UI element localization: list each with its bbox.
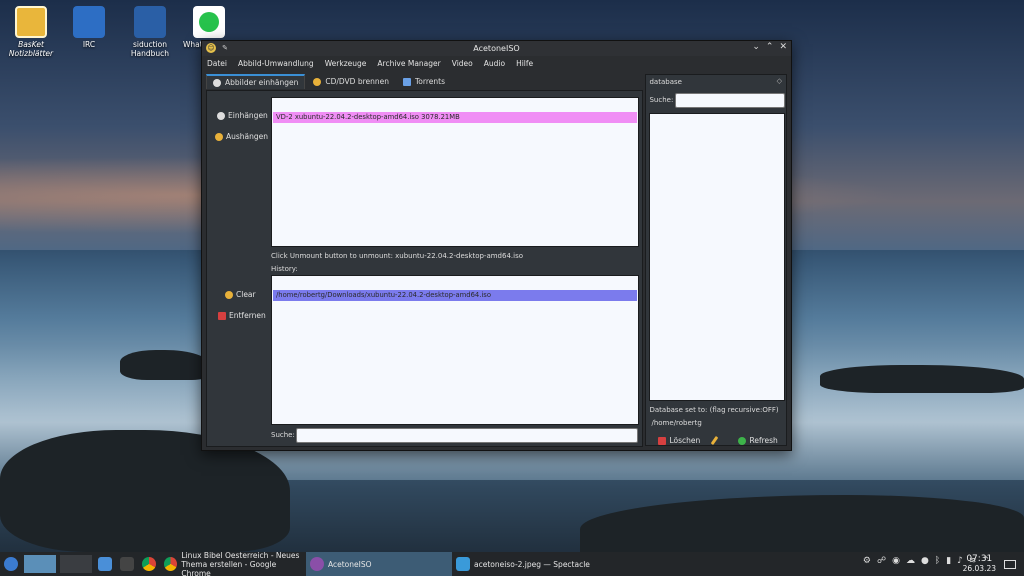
show-desktop-button[interactable] <box>1000 552 1020 576</box>
clock-date: 26.03.23 <box>962 564 996 573</box>
tray-steam-icon[interactable]: ◉ <box>892 556 900 566</box>
minimize-icon[interactable]: ⌄ <box>752 42 760 52</box>
tray-network-icon[interactable]: ☍ <box>877 556 886 566</box>
history-list[interactable]: /home/robertg/Downloads/xubuntu-22.04.2-… <box>271 275 639 425</box>
clock-time: 07:31 <box>966 554 993 564</box>
history-label: History: <box>271 265 298 273</box>
chrome-launcher[interactable] <box>138 552 160 576</box>
database-search-input[interactable] <box>675 93 786 108</box>
database-pane: database ◇ Suche: Database set to: (flag… <box>645 74 787 446</box>
virtual-desktop-2[interactable] <box>58 552 94 576</box>
remove-button[interactable]: Entfernen <box>218 311 266 320</box>
menu-hilfe[interactable]: Hilfe <box>516 59 533 68</box>
menu-archive-manager[interactable]: Archive Manager <box>377 59 440 68</box>
siduction-handbook-icon <box>134 6 166 38</box>
database-search-label: Suche: <box>649 96 674 104</box>
taskbar: Linux Bibel Oesterreich - Neues Thema er… <box>0 551 1024 576</box>
database-set-to: Database set to: (flag recursive:OFF) <box>649 406 779 414</box>
wallpaper-rock <box>120 350 210 380</box>
terminal-icon <box>120 557 134 571</box>
tray-bluetooth-icon[interactable]: ᛒ <box>935 556 940 566</box>
tab-cd-dvd-brennen[interactable]: CD/DVD brennen <box>307 74 395 89</box>
database-edit-button[interactable] <box>711 435 719 446</box>
whatsapp-icon <box>193 6 225 38</box>
basket-icon <box>15 6 47 38</box>
refresh-icon <box>738 436 747 445</box>
wallpaper-rock <box>580 495 1024 552</box>
delete-x-icon <box>658 436 667 445</box>
irc-icon <box>73 6 105 38</box>
pager-desktop-2-icon <box>60 555 92 573</box>
chrome-icon <box>164 557 178 571</box>
menu-video[interactable]: Video <box>452 59 473 68</box>
window-titlebar[interactable]: ☺ ✎ AcetoneISO ⌄ ⌃ ✕ <box>202 41 791 56</box>
task-chrome[interactable]: Linux Bibel Oesterreich - Neues Thema er… <box>160 551 306 576</box>
menu-werkzeuge[interactable]: Werkzeuge <box>325 59 367 68</box>
mount-panel: Einhängen Aushängen VD-2 xubuntu-22.04.2… <box>206 90 643 447</box>
pin-icon[interactable]: ✎ <box>220 43 230 53</box>
disc-icon <box>213 78 221 87</box>
clock[interactable]: 07:31 26.03.23 <box>963 554 996 574</box>
acetoneiso-window: ☺ ✎ AcetoneISO ⌄ ⌃ ✕ Datei Abbild-Umwand… <box>201 40 792 451</box>
acetoneiso-icon <box>310 557 324 571</box>
window-title: AcetoneISO <box>473 44 520 53</box>
tab-bar: Abbilder einhängen CD/DVD brennen Torren… <box>206 74 641 89</box>
mounted-images-list[interactable]: VD-2 xubuntu-22.04.2-desktop-amd64.iso 3… <box>271 97 639 247</box>
application-launcher[interactable] <box>0 552 22 576</box>
database-path: /home/robertg <box>651 419 702 427</box>
menubar: Datei Abbild-Umwandlung Werkzeuge Archiv… <box>202 56 791 71</box>
maximize-icon[interactable]: ⌃ <box>766 42 774 52</box>
tray-bulb-icon[interactable]: ● <box>921 556 929 566</box>
desktop-icon-basket[interactable]: BasKet Notizblätter <box>0 6 62 58</box>
launcher-icon <box>4 557 18 571</box>
wand-icon <box>711 435 719 446</box>
folder-icon <box>98 557 112 571</box>
remove-x-icon <box>218 311 226 320</box>
pager-desktop-1-icon <box>24 555 56 573</box>
history-row[interactable]: /home/robertg/Downloads/xubuntu-22.04.2-… <box>273 290 637 301</box>
database-title: database <box>649 78 682 86</box>
database-delete-button[interactable]: Löschen <box>658 436 700 445</box>
file-manager-launcher[interactable] <box>94 552 116 576</box>
menu-abbild-umwandlung[interactable]: Abbild-Umwandlung <box>238 59 314 68</box>
spectacle-icon <box>456 557 470 571</box>
mounted-image-row[interactable]: VD-2 xubuntu-22.04.2-desktop-amd64.iso 3… <box>273 112 637 123</box>
wallpaper-rock <box>820 365 1024 393</box>
search-input[interactable] <box>296 428 638 443</box>
unmount-hint: Click Unmount button to unmount: xubuntu… <box>271 252 524 260</box>
tray-clipboard-icon[interactable]: ⚙ <box>863 556 871 566</box>
dock-float-icon[interactable]: ◇ <box>777 77 782 85</box>
desktop-icon-siduction[interactable]: siduction Handbuch <box>119 6 181 58</box>
menu-audio[interactable]: Audio <box>484 59 505 68</box>
virtual-desktop-1[interactable] <box>22 552 58 576</box>
task-spectacle[interactable]: acetoneiso-2.jpeg — Spectacle <box>452 552 598 576</box>
terminal-launcher[interactable] <box>116 552 138 576</box>
undo-icon <box>225 290 233 299</box>
clear-button[interactable]: Clear <box>225 290 256 299</box>
burn-icon <box>313 77 322 86</box>
database-list[interactable] <box>649 113 786 401</box>
app-icon[interactable]: ☺ <box>206 43 216 53</box>
eject-icon <box>215 132 223 141</box>
mount-button[interactable]: Einhängen <box>217 111 268 120</box>
close-icon[interactable]: ✕ <box>779 42 787 52</box>
unmount-button[interactable]: Aushängen <box>215 132 268 141</box>
left-pane: Abbilder einhängen CD/DVD brennen Torren… <box>206 74 643 447</box>
search-label: Suche: <box>271 431 295 439</box>
database-refresh-button[interactable]: Refresh <box>738 436 778 445</box>
desktop-icon-irc[interactable]: IRC <box>58 6 120 49</box>
tab-torrents[interactable]: Torrents <box>397 74 451 89</box>
download-arrow-icon <box>403 77 411 86</box>
disc-icon <box>217 111 225 120</box>
chrome-icon <box>142 557 156 571</box>
tab-abbilder-einhaengen[interactable]: Abbilder einhängen <box>206 74 306 89</box>
menu-datei[interactable]: Datei <box>207 59 227 68</box>
monitor-icon <box>1004 559 1016 569</box>
tray-updates-icon[interactable]: ☁ <box>906 556 915 566</box>
tray-battery-icon[interactable]: ▮ <box>946 556 951 566</box>
task-acetoneiso[interactable]: AcetoneISO <box>306 552 452 576</box>
